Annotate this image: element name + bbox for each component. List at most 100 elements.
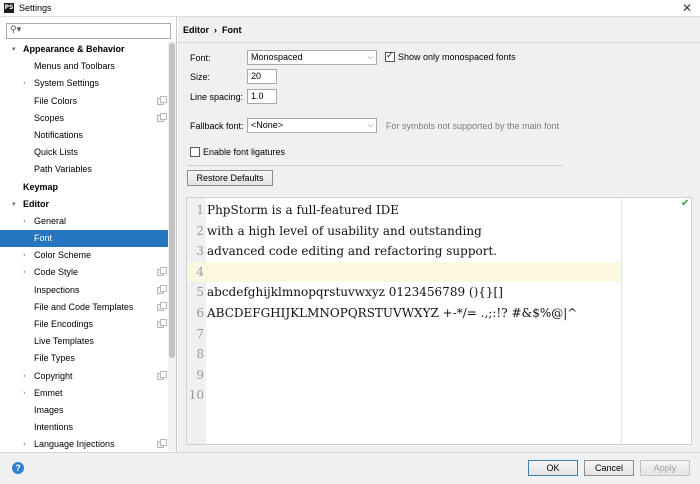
sidebar-item-keymap[interactable]: Keymap [0, 179, 168, 196]
sidebar-item-menus-and-toolbars[interactable]: Menus and Toolbars [0, 58, 168, 75]
sidebar-item-label: Font [34, 233, 53, 244]
sidebar-item-file-encodings[interactable]: File Encodings [0, 316, 168, 333]
sidebar-item-file-colors[interactable]: File Colors [0, 93, 168, 110]
sidebar-item-inspections[interactable]: Inspections [0, 282, 168, 299]
chevron-down-icon: ⌵ [367, 121, 373, 129]
close-window-icon[interactable]: ✕ [682, 1, 692, 15]
line-text: with a high level of usability and outst… [207, 223, 482, 238]
collapse-arrow-icon[interactable]: › [23, 436, 26, 453]
sidebar-item-intentions[interactable]: Intentions [0, 419, 168, 436]
sidebar-item-appearance-behavior[interactable]: ▾ Appearance & Behavior [0, 41, 168, 58]
breadcrumb-separator: › [214, 25, 217, 35]
sidebar-item-label: File and Code Templates [34, 301, 134, 312]
preview-line: 2 with a high level of usability and outs… [187, 221, 621, 242]
collapse-arrow-icon[interactable]: › [23, 264, 26, 281]
fallback-font-hint: For symbols not supported by the main fo… [386, 121, 560, 131]
preview-line: 9 [187, 365, 621, 386]
sidebar-item-scopes[interactable]: Scopes [0, 110, 168, 127]
breadcrumb-current: Font [222, 25, 242, 35]
line-text: PhpStorm is a full-featured IDE [207, 203, 400, 217]
expand-arrow-icon[interactable]: ▾ [12, 196, 16, 213]
ok-button[interactable]: OK [528, 460, 578, 476]
sidebar-item-label: Path Variables [34, 164, 92, 175]
sidebar-item-general[interactable]: › General [0, 213, 168, 230]
line-number: 5 [196, 285, 204, 300]
sidebar-item-font[interactable]: Font [0, 230, 168, 248]
sidebar-item-color-scheme[interactable]: › Color Scheme [0, 247, 168, 264]
sidebar-item-copyright[interactable]: › Copyright [0, 368, 168, 385]
font-ligatures-label: Enable font ligatures [203, 147, 286, 157]
section-divider [187, 165, 563, 166]
line-number: 4 [196, 264, 204, 279]
line-text: abcdefghijklmnopqrstuvwxyz 0123456789 ()… [207, 285, 503, 300]
sidebar-item-label: Intentions [34, 422, 74, 433]
collapse-arrow-icon[interactable]: › [23, 213, 26, 230]
preview-line: 1 PhpStorm is a full-featured IDE [187, 200, 621, 221]
collapse-arrow-icon[interactable]: › [23, 368, 26, 385]
sidebar-item-notifications[interactable]: Notifications [0, 127, 168, 144]
line-spacing-input[interactable]: 1.0 [247, 89, 277, 104]
sidebar-item-label: Menus and Toolbars [34, 61, 115, 72]
line-text: ABCDEFGHIJKLMNOPQRSTUVWXYZ +-*/= .,;:!? … [207, 306, 578, 320]
sidebar-item-code-style[interactable]: › Code Style [0, 264, 168, 281]
sidebar-item-label: Copyright [34, 370, 73, 381]
sidebar-item-path-variables[interactable]: Path Variables [0, 161, 168, 178]
project-scope-icon [157, 319, 167, 328]
sidebar-item-label: Scopes [34, 112, 65, 123]
font-settings-panel: Editor › Font Font: Monospaced ⌵ Show only… [178, 17, 700, 452]
fallback-font-value: <None> [251, 120, 284, 130]
breadcrumb: Editor › Font [183, 25, 242, 35]
sidebar-item-emmet[interactable]: › Emmet [0, 385, 168, 402]
collapse-arrow-icon[interactable]: › [23, 247, 26, 264]
monospaced-only-checkbox[interactable] [385, 51, 395, 62]
project-scope-icon [157, 370, 167, 380]
settings-sidebar: ⚲▾ ▾ Appearance & Behavior Menus and Toolb… [0, 17, 177, 452]
sidebar-item-file-types[interactable]: File Types [0, 350, 168, 367]
line-number: 3 [196, 244, 204, 259]
project-scope-icon [157, 95, 167, 105]
sidebar-item-live-templates[interactable]: Live Templates [0, 333, 168, 350]
size-input[interactable]: 20 [247, 69, 277, 84]
sidebar-item-images[interactable]: Images [0, 402, 168, 419]
font-combobox-value: Monospaced [251, 52, 303, 62]
settings-search-input[interactable] [27, 25, 167, 37]
sidebar-item-system-settings[interactable]: › System Settings [0, 75, 168, 92]
project-scope-icon [157, 112, 167, 122]
font-preview-editor[interactable]: 1 PhpStorm is a full-featured IDE 2 with a … [186, 197, 692, 445]
sidebar-item-file-and-code-templates[interactable]: File and Code Templates [0, 299, 168, 316]
phpstorm-app-icon: PS [4, 3, 14, 13]
expand-arrow-icon[interactable]: ▾ [12, 41, 16, 58]
preview-line: 5 abcdefghijklmnopqrstuvwxyz 0123456789 (… [187, 282, 621, 303]
sidebar-item-quick-lists[interactable]: Quick Lists [0, 144, 168, 161]
sidebar-item-label: Editor [23, 198, 49, 209]
sidebar-item-label: Live Templates [34, 336, 94, 347]
restore-defaults-button[interactable]: Restore Defaults [187, 170, 273, 186]
project-scope-icon [157, 301, 167, 311]
sidebar-item-label: Appearance & Behavior [23, 44, 125, 54]
project-scope-icon [157, 284, 167, 294]
sidebar-item-label: File Types [34, 353, 75, 364]
collapse-arrow-icon[interactable]: › [23, 385, 26, 402]
settings-search-box[interactable]: ⚲▾ [6, 23, 171, 39]
cancel-button[interactable]: Cancel [584, 460, 634, 476]
preview-line: 10 [187, 385, 621, 406]
font-combobox[interactable]: Monospaced ⌵ [247, 50, 377, 65]
settings-tree: ▾ Appearance & Behavior Menus and Toolbars… [0, 41, 168, 454]
line-number: 7 [196, 326, 204, 341]
collapse-arrow-icon[interactable]: › [23, 75, 26, 92]
line-number: 1 [196, 203, 204, 217]
sidebar-item-language-injections[interactable]: › Language Injections [0, 436, 168, 453]
sidebar-item-editor[interactable]: ▾ Editor [0, 196, 168, 213]
line-number: 8 [196, 347, 204, 362]
font-ligatures-checkbox[interactable] [190, 147, 200, 157]
line-text: advanced code editing and refactoring su… [207, 244, 498, 259]
fallback-font-combobox[interactable]: <None> ⌵ [247, 118, 377, 133]
chevron-down-icon: ⌵ [367, 53, 373, 61]
right-margin-line [621, 198, 622, 444]
help-icon[interactable]: ? [12, 462, 24, 474]
header-divider [178, 42, 700, 43]
sidebar-item-label: System Settings [34, 78, 100, 89]
apply-button[interactable]: Apply [640, 460, 690, 476]
sidebar-scrollbar-thumb[interactable] [169, 43, 175, 358]
no-errors-check-icon: ✔ [681, 198, 690, 209]
